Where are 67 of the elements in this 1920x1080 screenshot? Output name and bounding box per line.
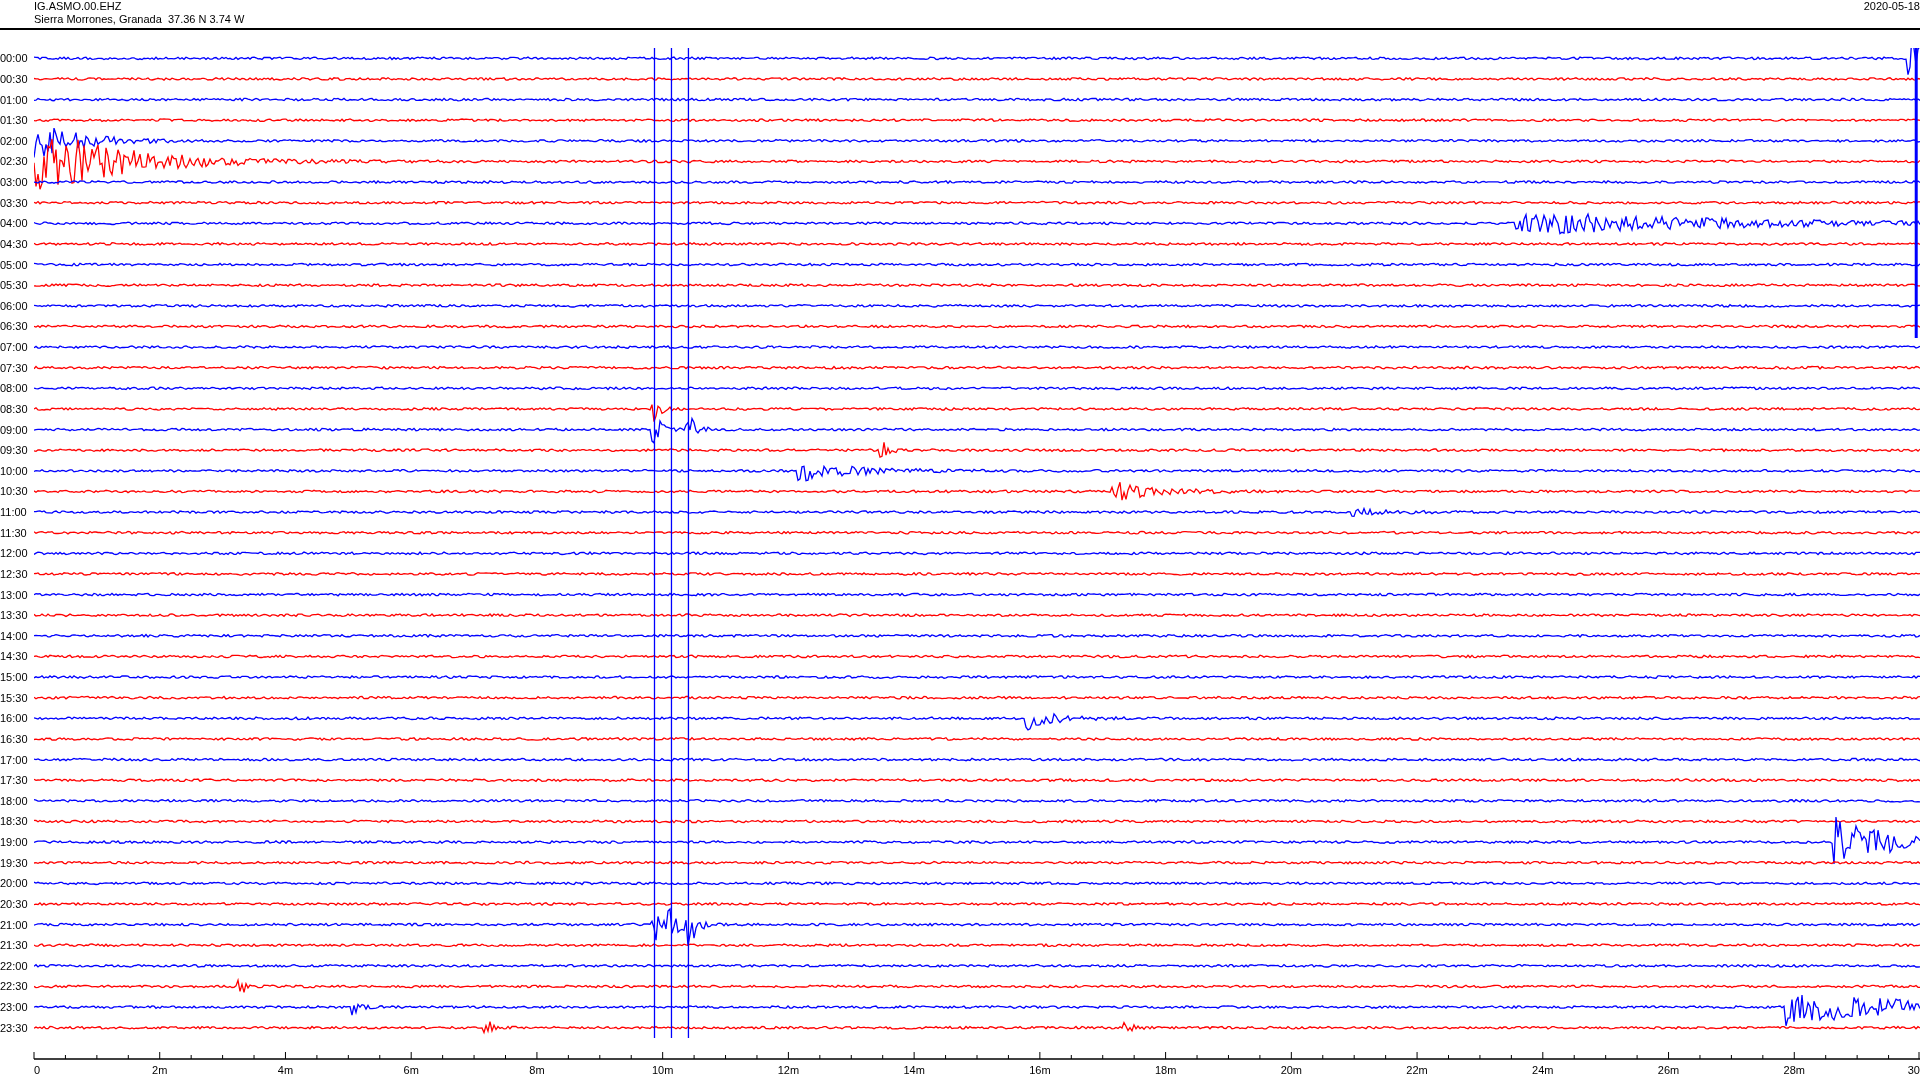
- time-label: 08:30: [0, 402, 28, 415]
- time-label: 13:00: [0, 588, 28, 601]
- time-label: 17:00: [0, 753, 28, 766]
- time-label: 19:00: [0, 836, 28, 849]
- time-label: 10:30: [0, 485, 28, 498]
- axis-label: 26m: [1657, 1064, 1680, 1076]
- time-label: 16:30: [0, 732, 28, 745]
- time-label: 12:00: [0, 547, 28, 560]
- time-label: 09:00: [0, 423, 28, 436]
- axis-label: 2m: [152, 1064, 168, 1076]
- time-label: 16:00: [0, 712, 28, 725]
- time-label: 09:30: [0, 444, 28, 457]
- time-label: 22:00: [0, 959, 28, 972]
- axis-label: 24m: [1532, 1064, 1554, 1076]
- time-label: 23:00: [0, 1001, 28, 1014]
- axis-label: 4m: [277, 1064, 294, 1076]
- axis-label: 20m: [1280, 1064, 1303, 1076]
- plot-date: 2020-05-18: [1863, 0, 1920, 13]
- station-code: IG.ASMO.00.EHZ: [34, 0, 123, 13]
- time-label: 06:30: [0, 320, 28, 333]
- axis-label: 0: [34, 1064, 41, 1076]
- axis-label: 18m: [1154, 1064, 1177, 1076]
- time-label: 08:00: [0, 382, 28, 395]
- axis-label: 22m: [1406, 1064, 1428, 1076]
- time-label: 15:00: [0, 671, 28, 684]
- time-label: 11:00: [0, 506, 27, 519]
- time-label: 21:00: [0, 918, 28, 931]
- time-label: 15:30: [0, 691, 28, 704]
- time-label: 11:30: [0, 526, 27, 539]
- time-label: 10:00: [0, 464, 28, 477]
- time-label: 07:30: [0, 361, 28, 374]
- time-label: 02:30: [0, 155, 28, 168]
- axis-label: 28m: [1783, 1064, 1805, 1076]
- time-label: 13:30: [0, 609, 28, 622]
- time-label: 04:00: [0, 217, 28, 230]
- time-label: 14:30: [0, 650, 28, 663]
- axis-label: 10m: [651, 1064, 674, 1076]
- time-label: 00:30: [0, 72, 28, 85]
- time-label: 00:00: [0, 52, 28, 65]
- axis-label: 30: [1907, 1064, 1920, 1076]
- time-label: 03:00: [0, 176, 28, 189]
- time-label: 22:30: [0, 980, 28, 993]
- time-label: 23:30: [0, 1021, 28, 1034]
- time-label: 05:00: [0, 258, 28, 271]
- time-label: 19:30: [0, 856, 28, 869]
- axis-label: 14m: [903, 1064, 925, 1076]
- axis-label: 8m: [529, 1064, 545, 1076]
- time-label: 20:30: [0, 897, 28, 910]
- time-label: 03:30: [0, 196, 28, 209]
- time-label: 07:00: [0, 341, 28, 354]
- time-label: 02:00: [0, 134, 28, 147]
- time-label: 21:30: [0, 939, 28, 952]
- axis-label: 16m: [1029, 1064, 1051, 1076]
- time-label: 14:00: [0, 629, 28, 642]
- axis-label: 12m: [777, 1064, 800, 1076]
- time-label: 01:30: [0, 114, 28, 127]
- axis-label: 6m: [403, 1064, 419, 1076]
- time-label: 17:30: [0, 774, 28, 787]
- time-label: 12:30: [0, 567, 28, 580]
- time-label: 06:00: [0, 299, 28, 312]
- time-label: 18:30: [0, 815, 28, 828]
- time-label: 20:00: [0, 877, 28, 890]
- station-location: Sierra Morrones, Granada 37.36 N 3.74 W: [34, 13, 245, 26]
- time-label: 05:30: [0, 279, 28, 292]
- time-label: 04:30: [0, 237, 28, 250]
- time-label: 18:00: [0, 794, 28, 807]
- time-label: 01:00: [0, 93, 28, 106]
